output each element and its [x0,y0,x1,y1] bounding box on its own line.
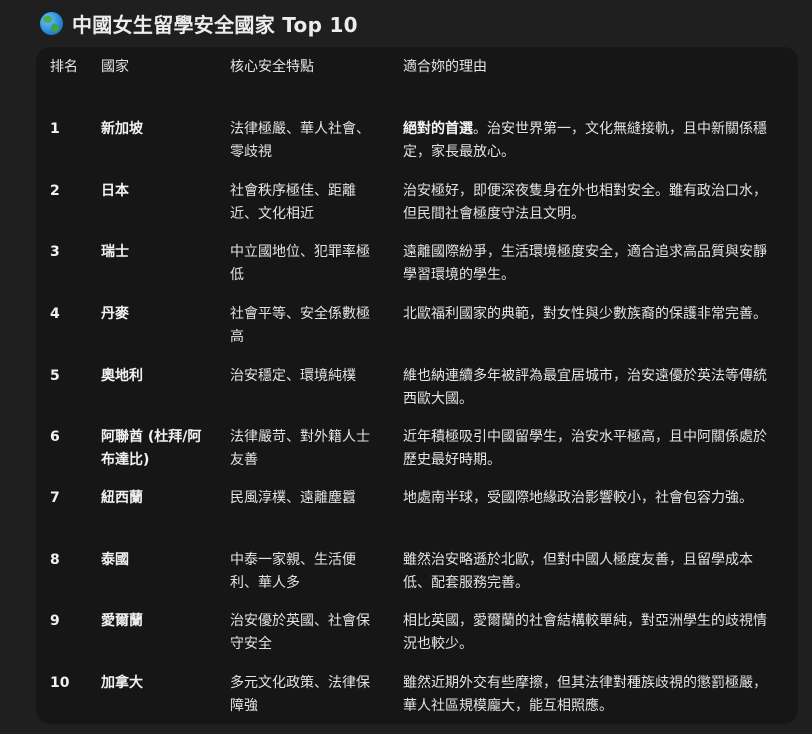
rank-cell: 7 [50,490,60,506]
country-cell: 奧地利 [101,368,143,384]
rank-cell: 3 [50,244,60,260]
country-cell: 愛爾蘭 [101,613,143,629]
rank-cell: 10 [50,675,70,691]
country-cell: 泰國 [101,552,129,568]
page-heading: 中國女生留學安全國家 Top 10 [40,9,358,38]
header-country: 國家 [101,59,129,75]
rank-cell: 6 [50,429,60,445]
header-reason: 適合妳的理由 [403,59,487,75]
country-cell: 丹麥 [101,306,129,322]
globe-icon [40,12,63,35]
rank-cell: 9 [50,613,60,629]
reason-cell: 近年積極吸引中國留學生，治安水平極高，且中阿關係處於歷史最好時期。 [403,429,767,468]
rank-cell: 2 [50,183,60,199]
page-title: 中國女生留學安全國家 Top 10 [72,13,358,37]
country-cell: 瑞士 [101,244,129,260]
reason-cell: 雖然近期外交有些摩擦，但其法律對種族歧視的懲罰極嚴，華人社區規模龐大，能互相照應… [403,675,767,714]
reason-cell: 相比英國，愛爾蘭的社會結構較單純，對亞洲學生的歧視情況也較少。 [403,613,767,652]
feature-cell: 多元文化政策、法律保障強 [230,675,370,714]
rank-cell: 4 [50,306,60,322]
country-cell: 加拿大 [101,675,143,691]
reason-highlight: 絕對的首選 [403,121,473,137]
header-feature: 核心安全特點 [230,59,314,75]
rank-cell: 1 [50,121,60,137]
reason-cell: 絕對的首選。治安世界第一，文化無縫接軌，且中新關係穩定，家長最放心。 [403,118,778,164]
reason-cell: 維也納連續多年被評為最宜居城市，治安遠優於英法等傳統西歐大國。 [403,368,767,407]
feature-cell: 社會秩序極佳、距離近、文化相近 [230,183,356,222]
ranking-table: 排名 國家 核心安全特點 適合妳的理由 1 新加坡 法律極嚴、華人社會、零歧視 … [36,47,798,724]
feature-cell: 法律極嚴、華人社會、零歧視 [230,121,370,160]
header-rank: 排名 [50,59,78,75]
reason-cell: 遠離國際紛爭，生活環境極度安全，適合追求高品質與安靜學習環境的學生。 [403,244,767,283]
feature-cell: 治安優於英國、社會保守安全 [230,613,370,652]
reason-cell: 地處南半球，受國際地緣政治影響較小，社會包容力強。 [403,490,753,506]
reason-cell: 北歐福利國家的典範，對女性與少數族裔的保護非常完善。 [403,306,767,322]
country-cell: 紐西蘭 [101,490,143,506]
reason-cell: 治安極好，即便深夜隻身在外也相對安全。雖有政治口水，但民間社會極度守法且文明。 [403,183,767,222]
reason-cell: 雖然治安略遜於北歐，但對中國人極度友善，且留學成本低、配套服務完善。 [403,552,753,591]
rank-cell: 8 [50,552,60,568]
feature-cell: 法律嚴苛、對外籍人士友善 [230,429,370,468]
feature-cell: 社會平等、安全係數極高 [230,306,370,345]
rank-cell: 5 [50,368,60,384]
feature-cell: 民風淳樸、遠離塵囂 [230,490,356,506]
country-cell: 日本 [101,183,129,199]
country-cell: 阿聯酋 (杜拜/阿布達比) [101,429,202,468]
country-cell: 新加坡 [101,121,143,137]
feature-cell: 治安穩定、環境純樸 [230,368,356,384]
feature-cell: 中立國地位、犯罪率極低 [230,244,370,283]
feature-cell: 中泰一家親、生活便利、華人多 [230,552,356,591]
